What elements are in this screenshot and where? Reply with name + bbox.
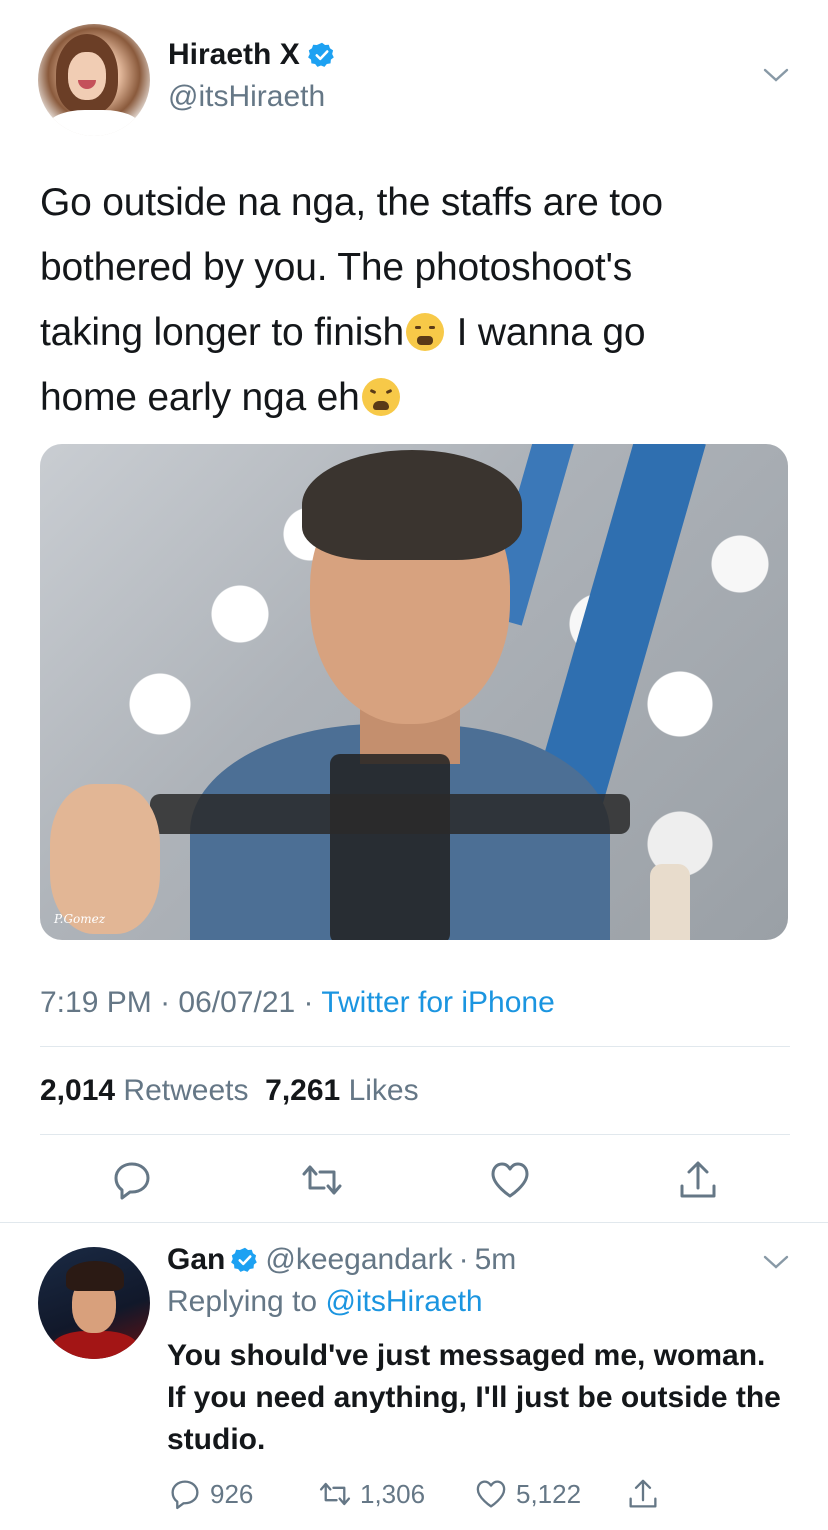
reply-count: 926 (210, 1478, 254, 1509)
reply-icon (171, 1480, 199, 1510)
like-icon (476, 1480, 506, 1508)
retweets-stat[interactable]: 2,014 Retweets (40, 1074, 248, 1107)
tweet-text-line: Go outside na nga, the staffs are too (40, 181, 663, 224)
reply-age: 5m (474, 1243, 517, 1276)
author-display-name[interactable]: Hiraeth X (168, 38, 300, 72)
tweet-text-line: taking longer to finish I wanna go (40, 311, 646, 354)
share-icon[interactable] (676, 1158, 720, 1202)
photo-watermark: P.Gomez (54, 912, 106, 926)
chevron-down-icon[interactable] (762, 1253, 790, 1271)
tweet-timestamp-row: 7:19 PM · 06/07/21 · Twitter for iPhone (40, 986, 555, 1019)
replying-to-mention[interactable]: @itsHiraeth (325, 1285, 482, 1318)
reply-share-button[interactable] (626, 1477, 660, 1511)
reply-retweet-button[interactable]: 1,306 (318, 1477, 425, 1511)
reply-reply-button[interactable]: 926 (168, 1477, 253, 1511)
like-count: 5,122 (516, 1478, 582, 1509)
chevron-down-icon[interactable] (762, 66, 790, 84)
tweet-text-line: bothered by you. The photoshoot's (40, 246, 633, 289)
reply-author-avatar[interactable] (38, 1247, 150, 1359)
replying-to-line: Replying to @itsHiraeth (167, 1285, 483, 1318)
divider (40, 1134, 790, 1135)
likes-stat[interactable]: 7,261 Likes (265, 1074, 418, 1107)
tweet-photo[interactable]: P.Gomez (40, 444, 788, 940)
tweet-stats-row: 2,014 Retweets 7,261 Likes (40, 1074, 419, 1108)
reply-author-name[interactable]: Gan (167, 1243, 225, 1277)
author-name-row: Hiraeth X (168, 38, 336, 72)
verified-badge-icon (231, 1247, 258, 1272)
reply-text: You should've just messaged me, woman. I… (167, 1339, 781, 1456)
reply-like-button[interactable]: 5,122 (474, 1477, 581, 1511)
tweet-date: 06/07/21 (178, 986, 296, 1019)
face-with-steam-icon (405, 313, 444, 351)
retweet-icon (319, 1482, 351, 1506)
tired-face-icon (361, 378, 400, 416)
like-icon[interactable] (488, 1158, 532, 1202)
retweet-count: 1,306 (360, 1478, 426, 1509)
reply-icon[interactable] (110, 1158, 154, 1202)
divider (40, 1046, 790, 1047)
reply-header: Gan @keegandark · 5m (167, 1243, 517, 1277)
reply-author-handle[interactable]: @keegandark (265, 1243, 452, 1277)
author-handle[interactable]: @itsHiraeth (168, 80, 325, 114)
author-avatar[interactable] (38, 24, 150, 136)
tweet-time: 7:19 PM (40, 986, 152, 1019)
share-icon (629, 1479, 657, 1508)
main-tweet: Hiraeth X @itsHiraeth Go outside na nga,… (0, 0, 828, 1222)
verified-badge-icon (307, 42, 334, 67)
tweet-text-line: home early nga eh (40, 365, 800, 430)
retweet-icon[interactable] (300, 1158, 344, 1202)
tweet-text: Go outside na nga, the staffs are too bo… (40, 170, 800, 430)
tweet-source-link[interactable]: Twitter for iPhone (321, 986, 554, 1019)
reply-tweet[interactable]: Gan @keegandark · 5m Replying to @itsHirae… (0, 1223, 828, 1530)
